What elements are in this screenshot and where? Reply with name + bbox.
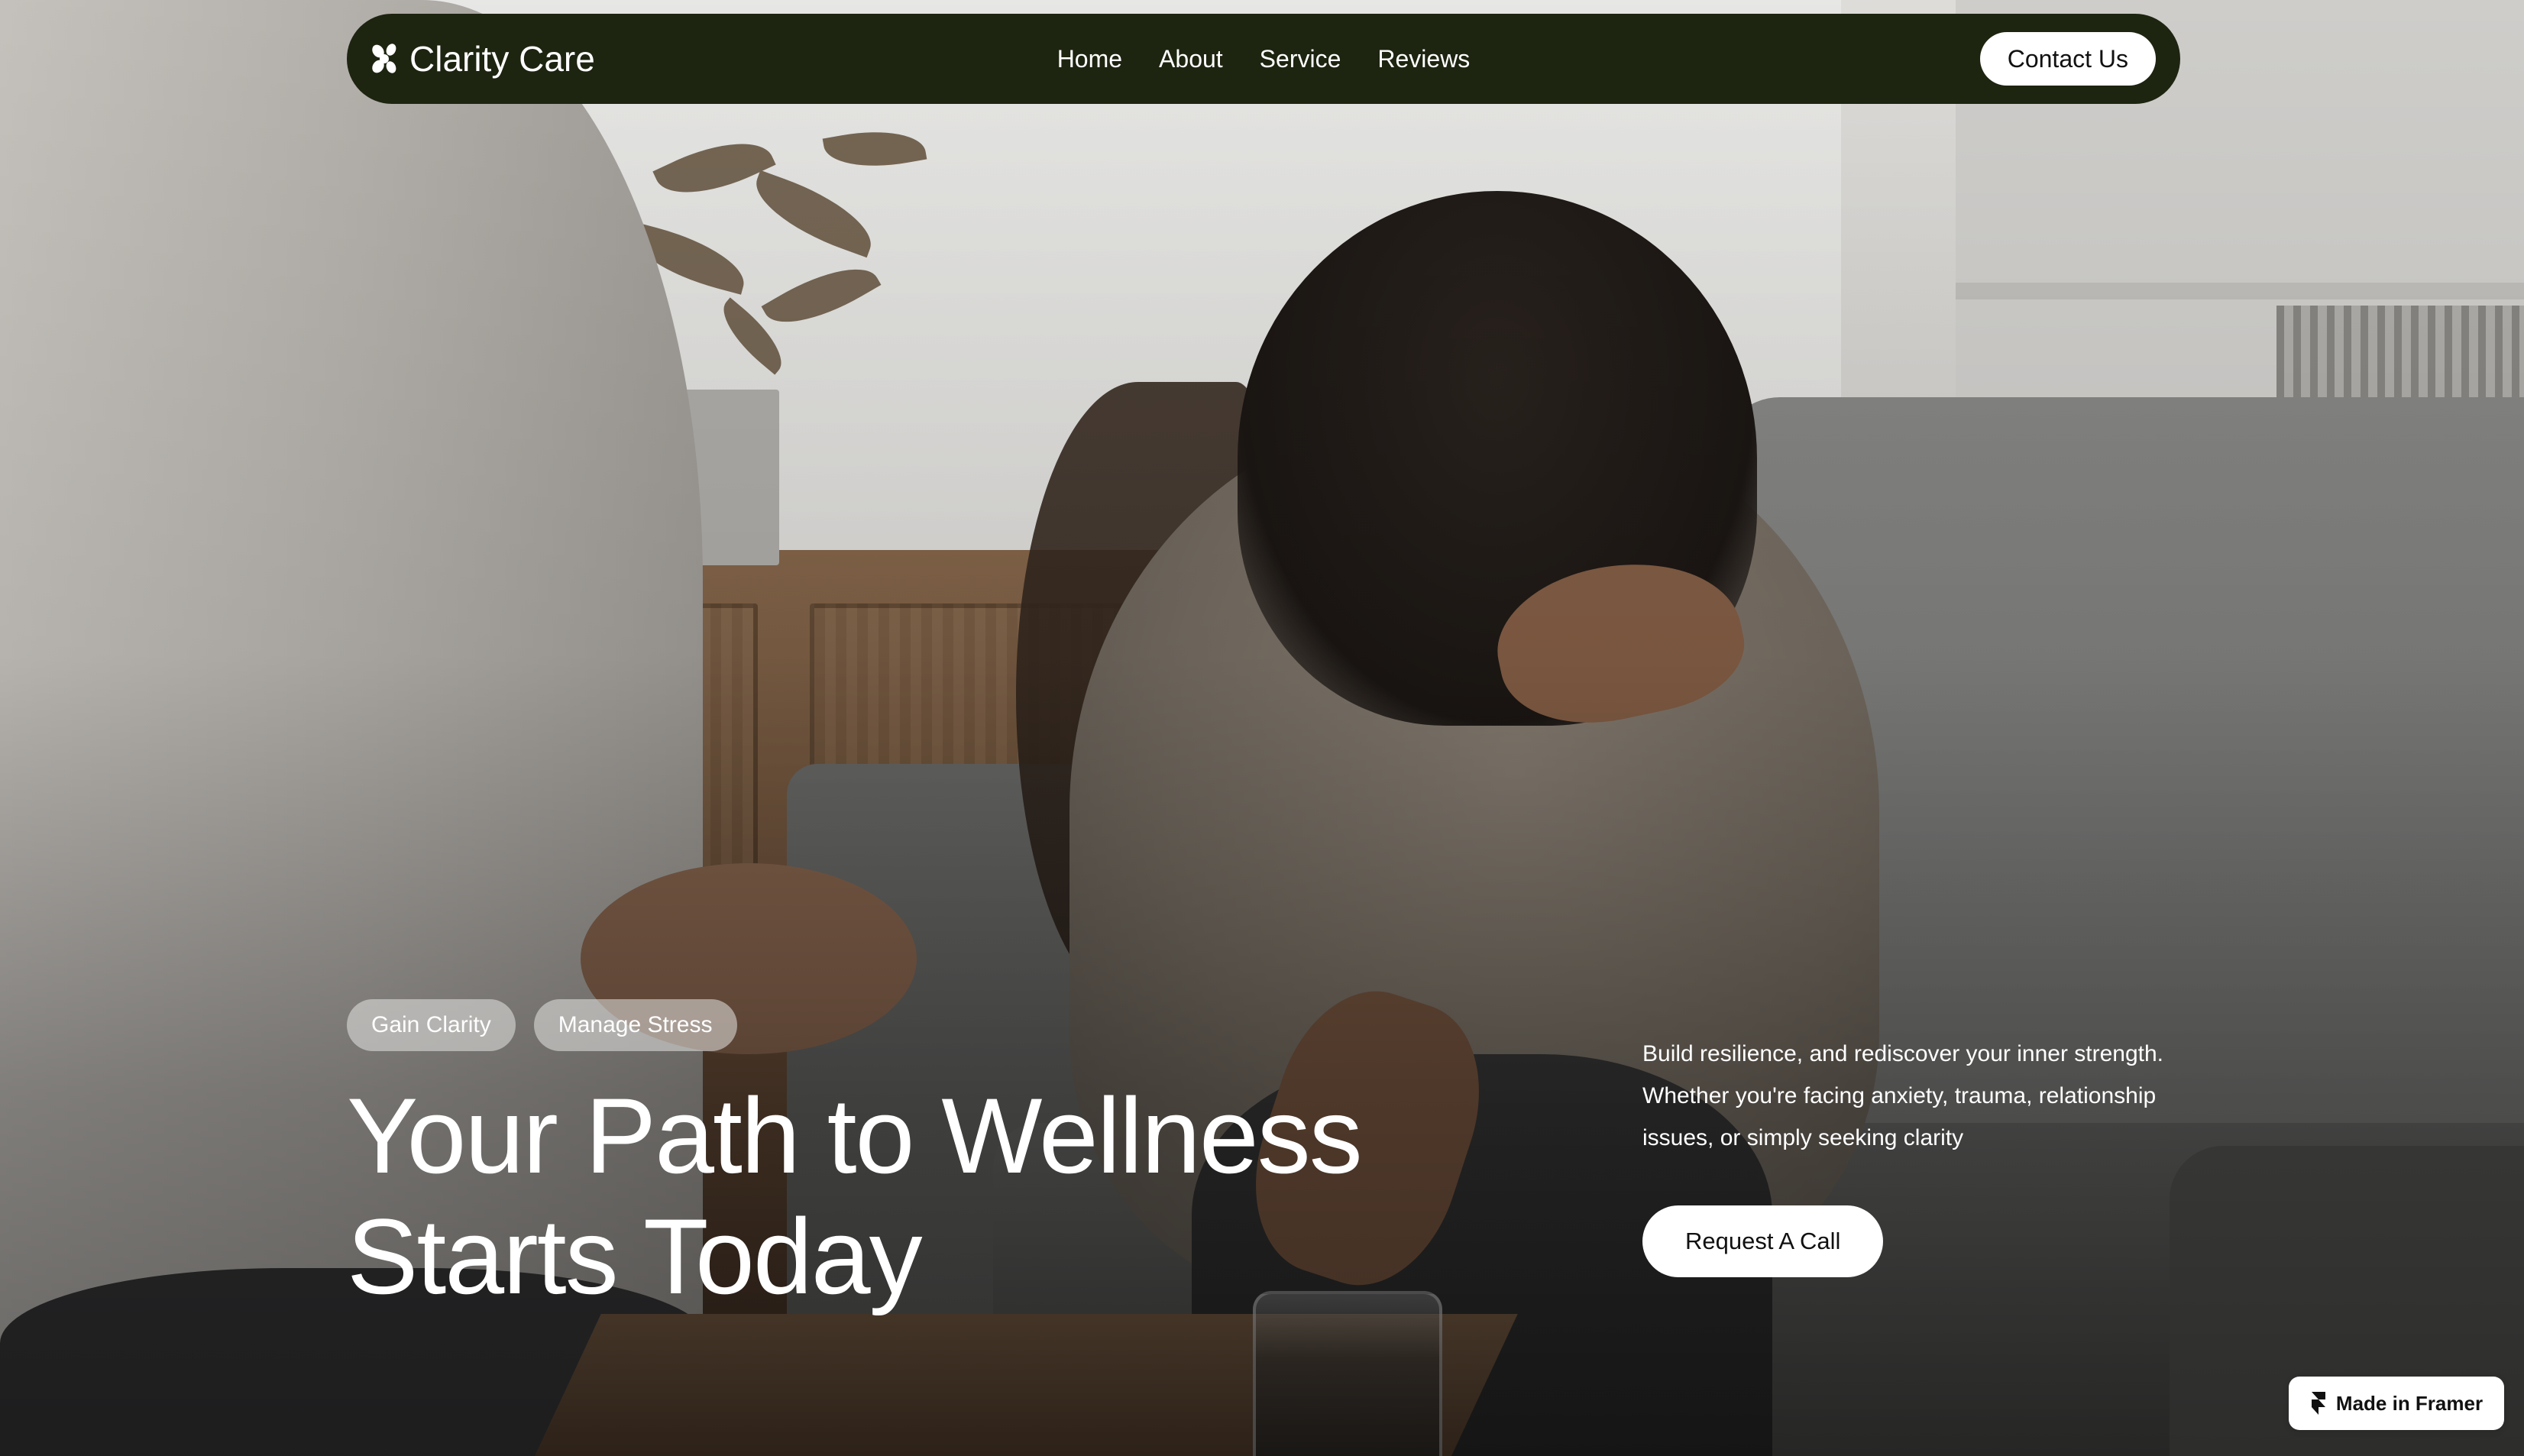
framer-icon <box>2311 1392 2325 1415</box>
nav-links: Home About Service Reviews <box>1057 14 1471 104</box>
hero-headline-line-2: Starts Today <box>347 1196 923 1316</box>
nav-link-service[interactable]: Service <box>1260 45 1341 73</box>
tag-gain-clarity: Gain Clarity <box>347 999 516 1051</box>
nav-link-about[interactable]: About <box>1159 45 1223 73</box>
brand-logo[interactable]: Clarity Care <box>368 38 595 79</box>
made-in-framer-badge[interactable]: Made in Framer <box>2289 1377 2504 1430</box>
navbar: Clarity Care Home About Service Reviews … <box>347 14 2180 104</box>
nav-link-home[interactable]: Home <box>1057 45 1122 73</box>
hero-headline-line-1: Your Path to Wellness <box>347 1076 1363 1196</box>
tag-manage-stress: Manage Stress <box>533 999 737 1051</box>
hero-description: Build resilience, and rediscover your in… <box>1642 1041 2164 1150</box>
hero-tags: Gain Clarity Manage Stress <box>347 999 737 1051</box>
request-call-button[interactable]: Request A Call <box>1642 1205 1884 1277</box>
brand-name: Clarity Care <box>409 39 595 79</box>
flower-logo-icon <box>372 44 396 73</box>
hero-section: Clarity Care Home About Service Reviews … <box>0 0 2524 1456</box>
nav-link-reviews[interactable]: Reviews <box>1377 45 1470 73</box>
made-in-framer-label: Made in Framer <box>2335 1391 2484 1415</box>
contact-us-button[interactable]: Contact Us <box>1979 32 2156 86</box>
hero-headline: Your Path to Wellness Starts Today <box>347 1076 1416 1317</box>
